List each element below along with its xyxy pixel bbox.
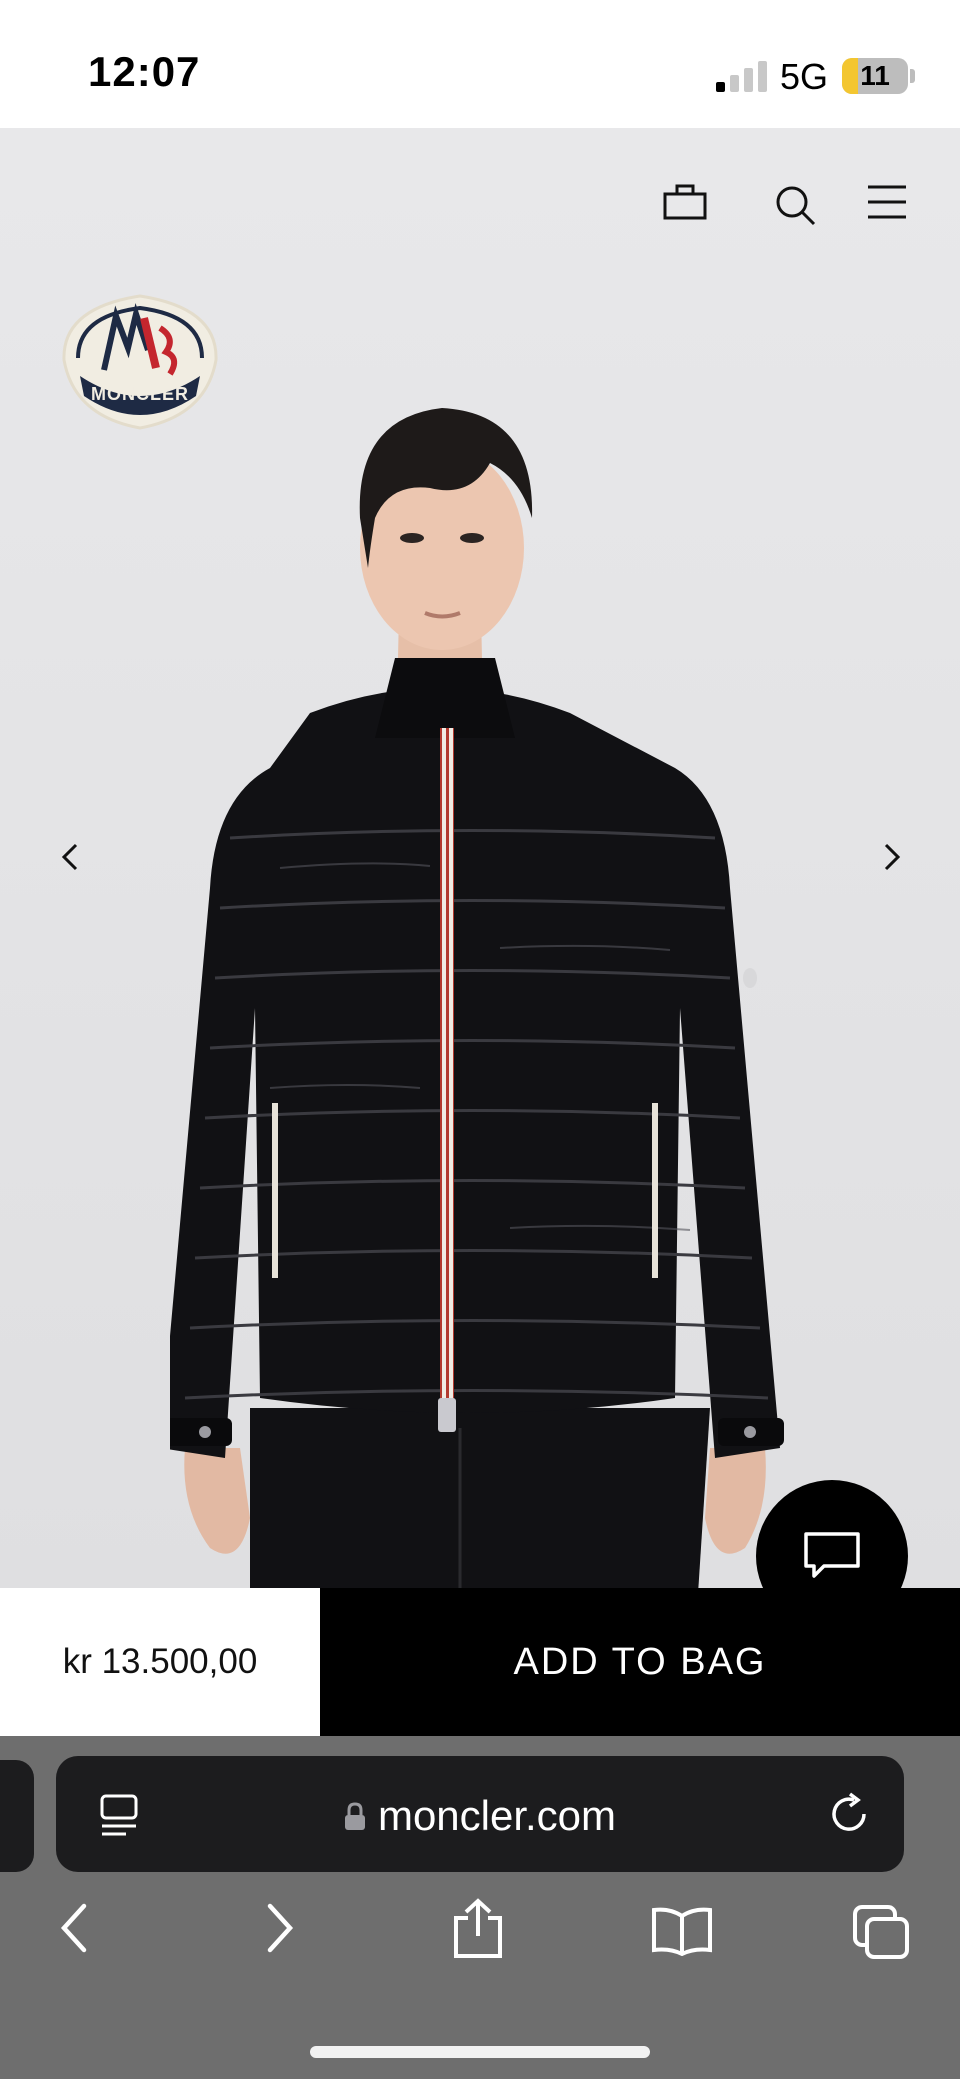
forward-icon[interactable] — [262, 1902, 298, 1954]
address-bar[interactable]: moncler.com — [56, 1756, 904, 1872]
home-indicator[interactable] — [310, 2046, 650, 2058]
battery-level: 11 — [860, 60, 890, 91]
cellular-signal-icon — [716, 60, 768, 92]
share-icon[interactable] — [452, 1898, 504, 1960]
status-time: 12:07 — [88, 48, 201, 95]
battery-tip — [910, 69, 915, 83]
chevron-left-icon[interactable] — [58, 842, 82, 872]
url-text: moncler.com — [377, 1792, 617, 1839]
back-icon[interactable] — [56, 1902, 92, 1954]
search-icon[interactable] — [774, 184, 818, 228]
browser-toolbar: moncler.com — [0, 1736, 960, 2079]
product-image-carousel[interactable]: MONCLER — [0, 128, 960, 1588]
logo-wordmark: MONCLER — [91, 384, 189, 404]
battery-icon: 11 — [842, 58, 908, 94]
product-price: kr 13.500,00 — [0, 1588, 320, 1736]
chat-bubble-icon — [804, 1532, 860, 1578]
status-bar: 12:07 5G 11 — [0, 0, 960, 128]
lock-icon — [344, 1802, 365, 1830]
bookmarks-icon[interactable] — [650, 1906, 714, 1956]
reload-icon[interactable] — [828, 1792, 870, 1836]
bag-icon[interactable] — [662, 182, 708, 222]
url-field[interactable]: moncler.com — [56, 1792, 904, 1840]
product-photo — [170, 408, 784, 1588]
menu-icon[interactable] — [866, 184, 908, 220]
moncler-logo[interactable]: MONCLER — [56, 288, 224, 436]
add-to-bag-button[interactable]: ADD TO BAG — [320, 1588, 960, 1736]
chevron-right-icon[interactable] — [880, 842, 904, 872]
purchase-bar: kr 13.500,00 ADD TO BAG — [0, 1588, 960, 1736]
previous-tab-peek[interactable] — [0, 1760, 34, 1872]
tabs-icon[interactable] — [852, 1904, 912, 1962]
network-type: 5G — [780, 56, 829, 97]
